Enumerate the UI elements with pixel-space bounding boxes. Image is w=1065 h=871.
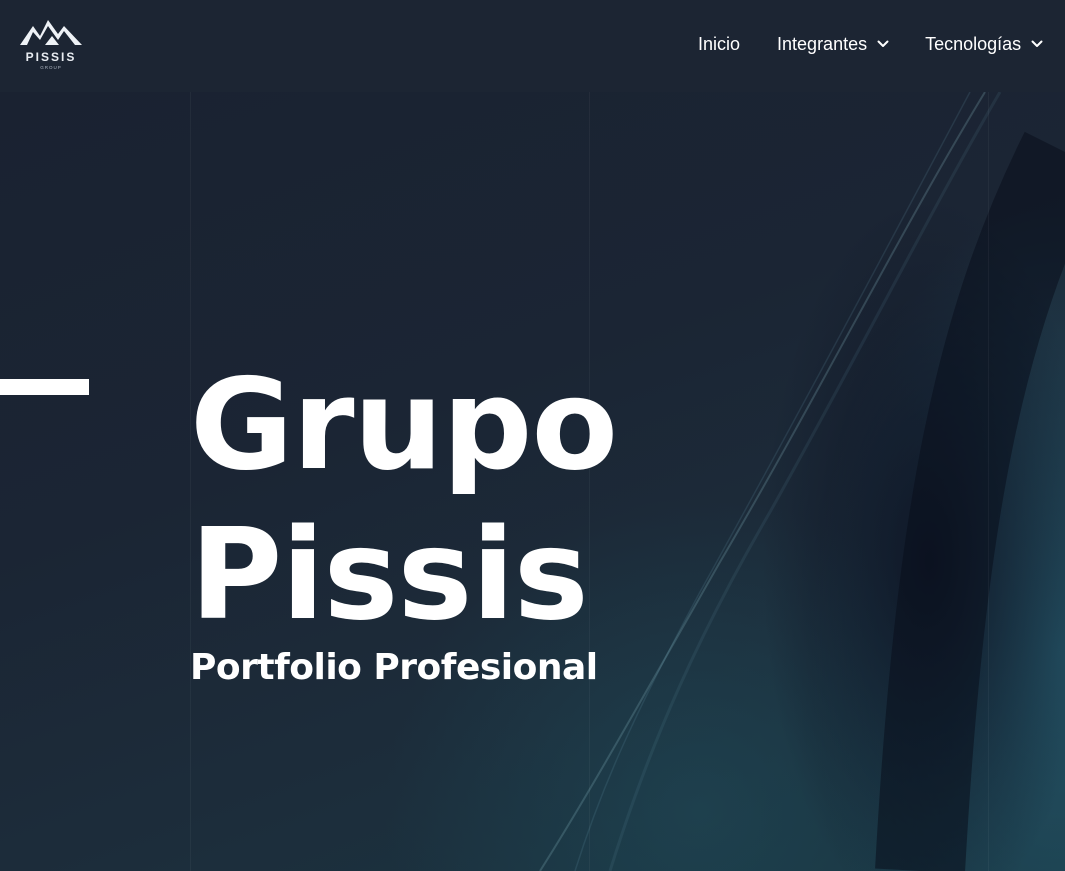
nav-item-label: Inicio (698, 33, 741, 54)
logo-wordmark: PISSIS (25, 50, 77, 64)
grid-line (988, 92, 989, 871)
main-nav: Inicio Integrantes Tecnologías (698, 31, 1043, 57)
nav-item-inicio[interactable]: Inicio (698, 34, 740, 55)
hero-section: Grupo Pissis Portfolio Profesional (0, 92, 1065, 871)
accent-bar (0, 379, 89, 395)
nav-item-label: Tecnologías (925, 33, 1022, 54)
nav-item-integrantes[interactable]: Integrantes (777, 34, 889, 55)
hero-subtitle: Portfolio Profesional (190, 647, 598, 688)
page: PISSIS GROUP Inicio Integrantes Tecnolog… (0, 0, 1065, 871)
hero-title-line: Pissis (190, 501, 589, 648)
chevron-down-icon (877, 40, 889, 47)
logo-tagline: GROUP (40, 65, 62, 70)
mountains-icon (20, 20, 82, 45)
site-header: PISSIS GROUP Inicio Integrantes Tecnolog… (0, 0, 1065, 92)
hero-title-line: Grupo (190, 351, 618, 498)
nav-item-tecnologias[interactable]: Tecnologías (925, 34, 1043, 55)
hero-title: Grupo Pissis (190, 350, 618, 650)
site-logo[interactable]: PISSIS GROUP (18, 14, 84, 74)
chevron-down-icon (1031, 40, 1043, 47)
nav-item-label: Integrantes (777, 33, 868, 54)
